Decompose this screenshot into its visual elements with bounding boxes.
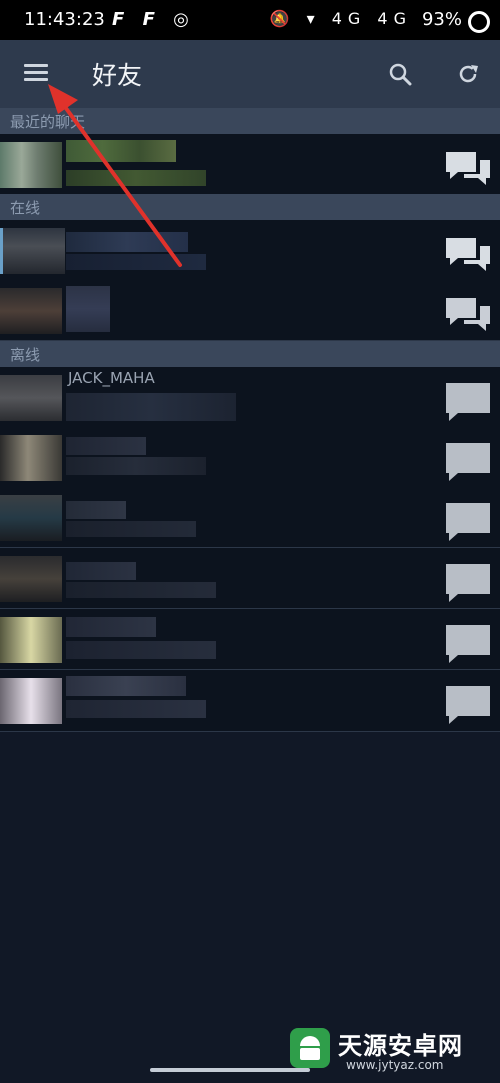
section-offline: 离线 [0, 341, 500, 367]
section-recent-chats: 最近的聊天 [0, 108, 500, 134]
friend-row-offline-5[interactable] [0, 609, 500, 670]
avatar [0, 617, 62, 663]
watermark: 天源安卓网 www.jytyaz.com [288, 1024, 488, 1080]
avatar [0, 678, 62, 724]
blurred-name [66, 286, 110, 332]
chat-icon[interactable] [444, 501, 492, 543]
friend-row-offline-2[interactable] [0, 427, 500, 488]
blurred-status [66, 393, 236, 421]
avatar [0, 142, 62, 188]
watermark-url: www.jytyaz.com [346, 1058, 444, 1072]
blurred-status [66, 254, 206, 270]
chat-icon[interactable] [444, 562, 492, 604]
friend-row-online-1[interactable] [0, 220, 500, 281]
blurred-status [66, 521, 196, 537]
friend-row-offline-3[interactable] [0, 487, 500, 548]
blurred-status [66, 582, 216, 598]
chat-icon[interactable] [444, 294, 492, 336]
avatar [0, 288, 62, 334]
page-title: 好友 [92, 61, 143, 90]
chat-icon[interactable] [444, 234, 492, 276]
blurred-status [66, 170, 206, 186]
blurred-status [66, 641, 216, 659]
avatar [0, 495, 62, 541]
friend-row-online-2[interactable] [0, 280, 500, 341]
blurred-name [66, 562, 136, 580]
refresh-icon[interactable] [456, 62, 480, 86]
section-label: 离线 [10, 346, 41, 364]
status-bar: 11:43:23 𝙁 𝙁 ◎ 🔕 ▾ 4G 4G 93% [0, 0, 500, 40]
status-time: 11:43:23 [24, 9, 105, 30]
avatar [0, 556, 62, 602]
avatar [0, 228, 65, 274]
blurred-name [66, 617, 156, 637]
battery-icon [468, 11, 490, 33]
android-logo-icon [290, 1028, 330, 1068]
avatar [0, 375, 62, 421]
home-indicator[interactable] [150, 1068, 310, 1072]
section-online: 在线 [0, 194, 500, 220]
blurred-name [66, 437, 146, 455]
signal-icons: 🔕 ▾ 4G 4G [269, 9, 412, 28]
blurred-name [66, 676, 186, 696]
blurred-status [66, 457, 206, 475]
blurred-name [66, 140, 176, 162]
notification-icons: 𝙁 𝙁 ◎ [112, 9, 195, 30]
search-icon[interactable] [388, 62, 412, 86]
chat-icon[interactable] [444, 381, 492, 423]
friend-row-offline-6[interactable] [0, 670, 500, 732]
chat-icon[interactable] [444, 148, 492, 190]
avatar [0, 435, 62, 481]
section-label: 在线 [10, 199, 41, 217]
battery-percent: 93% [421, 9, 462, 30]
watermark-brand: 天源安卓网 [338, 1032, 463, 1060]
chat-icon[interactable] [444, 441, 492, 483]
friend-row-offline-1[interactable]: JACK_MAHA [0, 367, 500, 428]
menu-icon[interactable] [24, 64, 48, 82]
friend-row-offline-4[interactable] [0, 548, 500, 609]
chat-icon[interactable] [444, 623, 492, 665]
chat-icon[interactable] [444, 684, 492, 726]
friend-name: JACK_MAHA [68, 369, 155, 387]
blurred-name [66, 232, 188, 252]
friend-row-recent-1[interactable] [0, 134, 500, 195]
section-label: 最近的聊天 [10, 113, 86, 131]
blurred-name [66, 501, 126, 519]
app-bar: 好友 [0, 40, 500, 108]
blurred-status [66, 700, 206, 718]
